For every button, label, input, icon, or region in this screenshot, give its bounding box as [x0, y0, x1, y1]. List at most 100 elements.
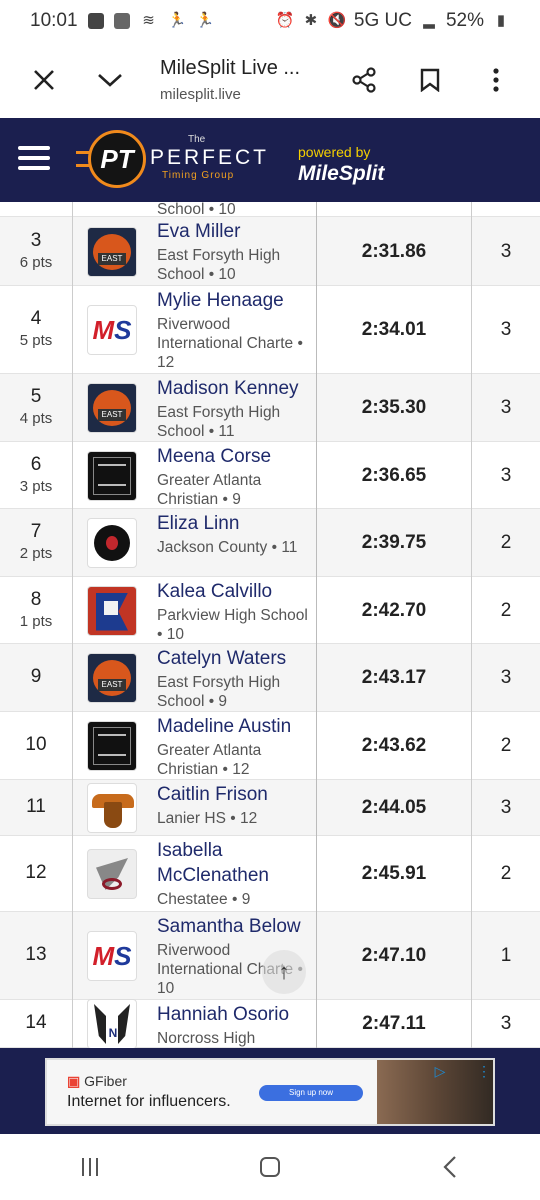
heat-number: 3	[500, 667, 512, 688]
school-logo	[87, 518, 137, 568]
more-options-button[interactable]	[474, 58, 518, 102]
athlete-cell[interactable]: Isabella McClenathen Chestatee • 9	[157, 838, 312, 909]
back-button[interactable]	[428, 1145, 472, 1189]
athlete-cell[interactable]: Madison Kenney East Forsyth High School …	[157, 376, 312, 441]
notification-icon	[87, 13, 104, 29]
result-time: 2:31.86	[361, 240, 427, 262]
athlete-name[interactable]: Isabella McClenathen	[157, 838, 312, 888]
athlete-cell[interactable]: Madeline Austin Greater Atlanta Christia…	[157, 714, 312, 779]
athlete-school[interactable]: East Forsyth High School • 10	[157, 246, 312, 284]
table-row[interactable]: 7 2 pts Eliza Linn Jackson County • 11 2…	[0, 509, 540, 577]
bluetooth-icon: ✱	[304, 12, 318, 29]
arrow-up-icon: ↑	[278, 959, 290, 984]
place-number: 14	[25, 1012, 47, 1033]
athlete-name[interactable]: Kalea Calvillo	[157, 579, 312, 604]
athlete-school[interactable]: Norcross High	[157, 1029, 312, 1048]
athlete-cell[interactable]: Caitlin Frison Lanier HS • 12	[157, 782, 312, 828]
athlete-name[interactable]: Samantha Below	[157, 914, 312, 939]
advertisement[interactable]: ▣ GFiber Internet for influencers. Sign …	[45, 1058, 495, 1126]
athlete-name[interactable]: Eva Miller	[157, 219, 312, 244]
school-logo: N	[87, 999, 137, 1048]
table-row[interactable]: 14 N Hanniah Osorio Norcross High 2:47.1…	[0, 999, 540, 1048]
athlete-name[interactable]: Mylie Henaage	[157, 288, 312, 313]
table-row[interactable]: 11 Caitlin Frison Lanier HS • 12 2:44.05…	[0, 780, 540, 836]
athlete-cell[interactable]: Meena Corse Greater Atlanta Christian • …	[157, 444, 312, 509]
athlete-name[interactable]: Madison Kenney	[157, 376, 312, 401]
result-time: 2:43.17	[361, 667, 427, 688]
table-row[interactable]: 12 Isabella McClenathen Chestatee • 9 2:…	[0, 836, 540, 912]
athlete-name[interactable]: Eliza Linn	[157, 511, 312, 536]
close-button[interactable]	[22, 58, 66, 102]
result-time: 2:47.10	[361, 945, 427, 966]
athlete-school[interactable]: Jackson County • 11	[157, 538, 312, 557]
table-row[interactable]: 3 6 pts EAST Eva Miller East Forsyth Hig…	[0, 217, 540, 286]
share-button[interactable]	[342, 58, 386, 102]
athlete-name[interactable]: Catelyn Waters	[157, 646, 312, 671]
athlete-name[interactable]: Hanniah Osorio	[157, 1002, 312, 1027]
athlete-cell[interactable]: Eliza Linn Jackson County • 11	[157, 511, 312, 557]
table-row[interactable]: 8 1 pts Kalea Calvillo Parkview High Sch…	[0, 577, 540, 644]
table-row[interactable]: 4 5 pts MS Mylie Henaage Riverwood Inter…	[0, 286, 540, 374]
place-number: 6	[30, 453, 42, 475]
mute-icon: 🔇	[327, 12, 347, 29]
result-time: 2:36.65	[361, 464, 427, 486]
table-row[interactable]: 10 Madeline Austin Greater Atlanta Chris…	[0, 712, 540, 780]
close-icon	[34, 70, 54, 90]
ad-more-icon[interactable]: ⋮	[477, 1062, 491, 1080]
athlete-school[interactable]: Chestatee • 9	[157, 890, 312, 909]
perfect-timing-logo[interactable]: PT	[88, 130, 146, 188]
logo-perfect: PERFECT	[150, 146, 270, 169]
results-table: School • 10 3 6 pts EAST Eva Miller East…	[0, 202, 540, 1048]
bookmark-button[interactable]	[408, 58, 452, 102]
signal-icon: ▂	[423, 12, 435, 29]
place-cell: 9	[0, 666, 72, 688]
scroll-to-top-button[interactable]: ↑	[262, 950, 306, 994]
result-time: 2:39.75	[361, 532, 427, 553]
page-info[interactable]: MileSplit Live ... milesplit.live	[160, 57, 320, 103]
athlete-name[interactable]: Caitlin Frison	[157, 782, 312, 807]
expand-button[interactable]	[88, 58, 132, 102]
athlete-cell[interactable]: Eva Miller East Forsyth High School • 10	[157, 219, 312, 284]
athlete-cell[interactable]: Hanniah Osorio Norcross High	[157, 1002, 312, 1048]
table-row[interactable]: 9 EAST Catelyn Waters East Forsyth High …	[0, 644, 540, 712]
result-time: 2:43.62	[361, 735, 427, 756]
place-number: 3	[30, 229, 42, 251]
athlete-school[interactable]: Lanier HS • 12	[157, 809, 312, 828]
column-divider	[471, 202, 472, 1048]
home-button[interactable]	[248, 1145, 292, 1189]
table-row[interactable]: 5 4 pts EAST Madison Kenney East Forsyth…	[0, 374, 540, 442]
milesplit-logo[interactable]: MileSplit	[298, 162, 384, 186]
school-logo: EAST	[87, 226, 137, 277]
place-points: 6 pts	[19, 253, 53, 271]
school-logo: EAST	[87, 653, 137, 703]
ad-sign-up-button[interactable]: Sign up now	[259, 1085, 363, 1101]
athlete-school[interactable]: East Forsyth High School • 11	[157, 403, 312, 441]
heat-number: 3	[500, 1013, 512, 1034]
column-divider	[316, 202, 317, 1048]
school-logo: MS	[87, 931, 137, 981]
table-row[interactable]: 6 3 pts Meena Corse Greater Atlanta Chri…	[0, 442, 540, 509]
ad-banner: ▣ GFiber Internet for influencers. Sign …	[0, 1048, 540, 1134]
athlete-name[interactable]: Madeline Austin	[157, 714, 312, 739]
place-cell: 10	[0, 734, 72, 756]
ad-text: Internet for influencers.	[67, 1093, 231, 1110]
place-cell: 7 2 pts	[0, 521, 72, 562]
athlete-school[interactable]: Parkview High School • 10	[157, 606, 312, 644]
athlete-cell[interactable]: Catelyn Waters East Forsyth High School …	[157, 646, 312, 711]
place-cell: 6 3 pts	[0, 454, 72, 495]
athlete-school[interactable]: Riverwood International Charte • 12	[157, 315, 312, 372]
place-points: 3 pts	[19, 477, 53, 495]
home-icon	[260, 1157, 280, 1177]
menu-button[interactable]	[18, 146, 50, 172]
gallery-icon	[113, 13, 130, 29]
ad-choices-icon[interactable]: ▷	[431, 1062, 449, 1080]
heat-number: 3	[500, 797, 512, 818]
athlete-name[interactable]: Meena Corse	[157, 444, 312, 469]
athlete-school[interactable]: Greater Atlanta Christian • 12	[157, 741, 312, 779]
athlete-school[interactable]: East Forsyth High School • 9	[157, 673, 312, 711]
recents-button[interactable]	[68, 1145, 112, 1189]
athlete-school[interactable]: Greater Atlanta Christian • 9	[157, 471, 312, 509]
heat-number: 2	[500, 735, 512, 756]
athlete-cell[interactable]: Kalea Calvillo Parkview High School • 10	[157, 579, 312, 644]
athlete-cell[interactable]: Mylie Henaage Riverwood International Ch…	[157, 288, 312, 372]
